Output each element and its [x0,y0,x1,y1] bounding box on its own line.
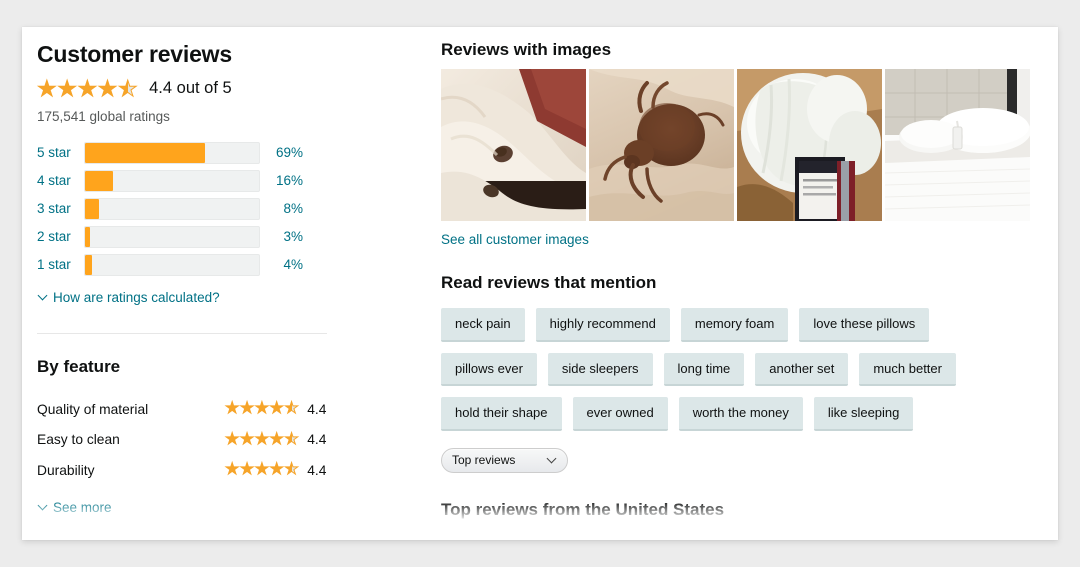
rating-histogram-star-label[interactable]: 4 star [37,173,84,188]
star-foreground: ★★★★★ [225,462,292,478]
thumbnail-bug-on-bedding [441,69,586,221]
review-keyword-tag[interactable]: hold their shape [441,397,562,431]
chevron-down-icon [39,501,48,510]
ratings-calculated-row: How are ratings calculated? [39,289,367,307]
sort-reviews-selected-label: Top reviews [452,453,516,468]
rating-histogram-row[interactable]: 2 star 3% [37,223,367,251]
feature-name: Quality of material [37,401,149,417]
by-feature-title: By feature [37,356,121,376]
how-are-ratings-calculated-link[interactable]: How are ratings calculated? [39,290,220,305]
review-keyword-tag[interactable]: long time [663,352,745,387]
review-keyword-tag[interactable]: pillows ever [441,352,537,387]
customer-image-thumbnail[interactable] [441,69,586,221]
rating-histogram-percent[interactable]: 8% [260,201,308,216]
review-keyword-tag[interactable]: another set [755,352,849,387]
customer-image-thumbnail[interactable] [885,69,1030,221]
rating-histogram-track[interactable] [84,141,260,164]
feature-star-rating: ★★★★★ ★★★★★ ★★★★★ [224,461,299,478]
top-reviews-title: Top reviews from the United States [441,499,725,519]
chevron-down-icon [548,455,558,465]
sort-control-row: Top reviews [441,447,1051,473]
rating-histogram-fill [85,170,113,191]
rating-histogram-row[interactable]: 4 star 16% [37,167,367,195]
review-keyword-tag[interactable]: ever owned [572,397,668,431]
review-keyword-tag[interactable]: love these pillows [799,308,930,342]
thumbnail-pillow-with-packaging [737,69,882,221]
rating-histogram-percent[interactable]: 16% [260,173,308,188]
feature-score: 4.4 [307,401,327,417]
ratings-summary-column: Customer reviews ★★★★★ ★★★★★ ★★★★★ 4.4 o… [36,27,367,518]
star-foreground: ★★★★★ [225,401,292,417]
feature-rating-row: Durability ★★★★★ ★★★★★ ★★★★★ 4.4 [37,455,367,486]
rating-histogram-fill [85,226,91,247]
feature-rating-list: Quality of material ★★★★★ ★★★★★ ★★★★★ 4.4 Eas… [37,394,367,486]
feature-star-rating: ★★★★★ ★★★★★ ★★★★★ [224,431,299,448]
reviews-content-column: Reviews with images See all customer ima… [441,27,1051,540]
customer-image-thumbnails [441,69,1051,221]
review-keyword-tag-row: hold their shape ever owned worth the mone… [441,397,1051,431]
customer-reviews-card: Customer reviews ★★★★★ ★★★★★ ★★★★★ 4.4 o… [22,27,1058,540]
review-keyword-tag[interactable]: neck pain [441,308,525,342]
review-keyword-tag[interactable]: memory foam [680,308,789,342]
rating-histogram-track[interactable] [84,253,260,276]
review-keyword-tags: neck pain highly recommend memory foam love… [441,308,1051,431]
feature-rating-row: Easy to clean ★★★★★ ★★★★★ ★★★★★ 4.4 [37,424,367,455]
rating-histogram-percent[interactable]: 69% [260,145,308,160]
page-title: Customer reviews [37,41,232,67]
rating-histogram-track[interactable] [84,197,260,220]
rating-histogram-row[interactable]: 5 star 69% [37,139,367,167]
rating-histogram-star-label[interactable]: 2 star [37,229,84,244]
global-ratings-count: 175,541 global ratings [37,108,170,124]
overall-star-rating: ★★★★★ ★★★★★ ★★★★★ [36,77,138,100]
thumbnail-bed-bug-closeup [589,69,734,221]
read-reviews-that-mention-title: Read reviews that mention [441,273,657,292]
see-more-features-link[interactable]: See more [39,500,112,515]
rating-histogram-fill [85,142,206,163]
star-foreground: ★★★★★ [37,77,128,100]
review-keyword-tag[interactable]: side sleepers [547,352,653,387]
reviews-with-images-title: Reviews with images [441,40,612,59]
thumbnail-pillows-on-mattress [885,69,1030,221]
sort-reviews-dropdown[interactable]: Top reviews [441,447,568,473]
see-more-label: See more [53,500,112,516]
rating-histogram-star-label[interactable]: 3 star [37,201,84,216]
feature-star-rating: ★★★★★ ★★★★★ ★★★★★ [224,400,299,417]
section-divider [37,332,327,334]
review-keyword-tag-row: neck pain highly recommend memory foam love… [441,308,1051,342]
rating-histogram-fill [85,198,99,219]
how-are-ratings-calculated-label: How are ratings calculated? [53,289,220,305]
customer-image-thumbnail[interactable] [589,69,734,221]
rating-histogram-row[interactable]: 3 star 8% [37,195,367,223]
feature-name: Easy to clean [37,432,120,447]
review-page: Customer reviews ★★★★★ ★★★★★ ★★★★★ 4.4 o… [0,0,1080,567]
by-feature-section: By feature Quality of material ★★★★★ ★★★★★… [37,357,367,518]
customer-image-thumbnail[interactable] [737,69,882,221]
rating-histogram-track[interactable] [84,225,260,248]
review-keyword-tag[interactable]: much better [859,352,956,387]
rating-histogram-percent[interactable]: 3% [260,229,308,244]
feature-rating-row: Quality of material ★★★★★ ★★★★★ ★★★★★ 4.4 [37,394,367,425]
rating-histogram-fill [85,254,92,275]
see-all-customer-images-label: See all customer images [441,232,589,247]
rating-histogram-star-label[interactable]: 5 star [37,145,84,160]
see-more-row: See more [39,499,367,517]
feature-name: Durability [37,462,95,478]
rating-histogram: 5 star 69% 4 star 16% 3 star 8% 2 star 3% 1 star… [37,139,367,279]
review-keyword-tag[interactable]: highly recommend [535,308,670,342]
feature-score: 4.4 [307,432,327,447]
overall-rating-text: 4.4 out of 5 [149,79,232,98]
rating-histogram-percent[interactable]: 4% [260,257,308,272]
feature-score: 4.4 [307,462,327,478]
rating-histogram-star-label[interactable]: 1 star [37,257,84,272]
chevron-down-icon [39,291,48,300]
see-all-customer-images-link[interactable]: See all customer images [441,232,589,247]
review-keyword-tag[interactable]: worth the money [678,397,803,431]
rating-histogram-track[interactable] [84,169,260,192]
overall-rating-row[interactable]: ★★★★★ ★★★★★ ★★★★★ 4.4 out of 5 [36,77,367,100]
review-keyword-tag[interactable]: like sleeping [813,397,914,431]
review-keyword-tag-row: pillows ever side sleepers long time anothe… [441,352,1051,387]
star-foreground: ★★★★★ [225,431,292,448]
rating-histogram-row[interactable]: 1 star 4% [37,251,367,279]
